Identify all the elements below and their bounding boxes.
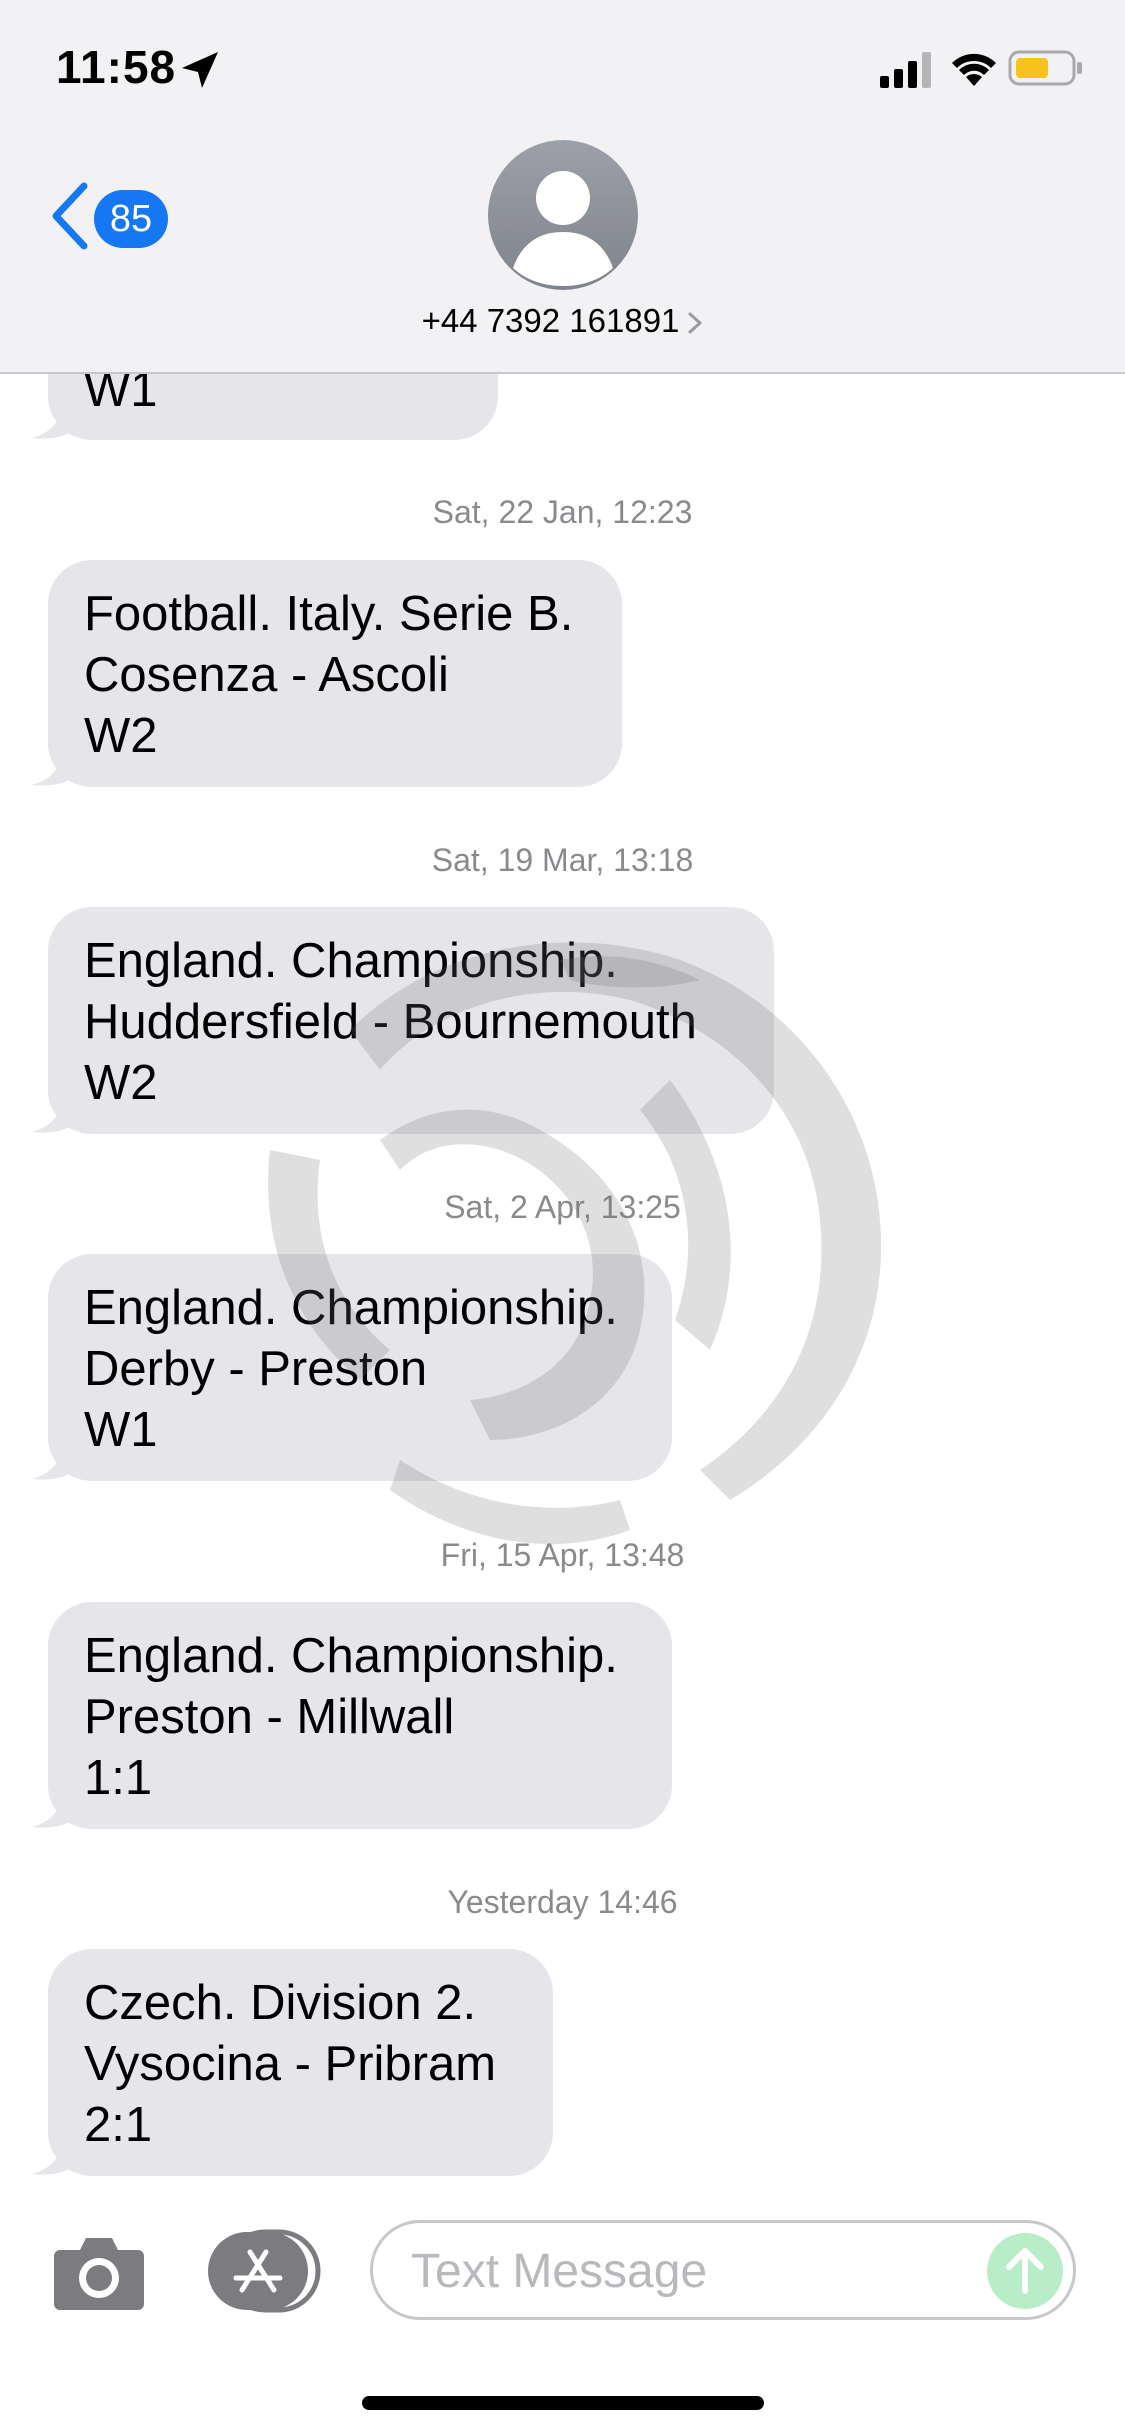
bubble-tail (32, 1094, 76, 1133)
message-line: Czech. Division 2. (84, 1976, 477, 2030)
message-line: W2 (84, 1056, 158, 1110)
message-line: W2 (84, 709, 158, 763)
message-line: Huddersfield - Bournemouth (84, 995, 697, 1049)
message-bubble[interactable]: Czech. Division 2. Vysocina - Pribram 2:… (32, 1949, 553, 2176)
bubble-tail (32, 400, 76, 439)
message-line: 1:1 (84, 1751, 153, 1805)
message-timestamp: Sat, 22 Jan, 12:23 (432, 494, 693, 530)
message-line: 2:1 (84, 2098, 153, 2152)
message-bubble[interactable]: Football. Italy. Serie B. Cosenza - Asco… (32, 560, 622, 787)
battery-icon (1008, 50, 1082, 86)
conversation-header: 11:58 85 +44 7392 161891 (0, 0, 1125, 374)
message-line: W1 (84, 1403, 158, 1457)
location-arrow-icon (182, 52, 218, 88)
wifi-icon (952, 53, 996, 86)
message-timestamp: Sat, 19 Mar, 13:18 (431, 842, 694, 878)
message-line: Vysocina - Pribram (84, 2037, 497, 2091)
message-timestamp: Fri, 15 Apr, 13:48 (440, 1537, 685, 1573)
message-bubble[interactable]: England. Championship. Huddersfield - Bo… (32, 907, 774, 1134)
chevron-left-icon (52, 182, 88, 250)
message-line: Cosenza - Ascoli (84, 648, 449, 702)
message-timestamp: Sat, 2 Apr, 13:25 (444, 1189, 681, 1225)
message-line: Football. Italy. Serie B. (84, 587, 574, 641)
contact-number: +44 7392 161891 (421, 302, 680, 339)
contact-details-button[interactable]: +44 7392 161891 (0, 302, 1125, 340)
chevron-right-icon (688, 312, 702, 334)
person-silhouette-icon (513, 171, 613, 286)
status-time: 11:58 (56, 41, 177, 93)
message-line: England. Championship. (84, 1629, 618, 1683)
message-line: England. Championship. (84, 934, 618, 988)
bubble-tail (32, 2136, 76, 2175)
message-bubble[interactable]: England. Championship. Derby - Preston W… (32, 1254, 672, 1481)
bubble-tail (32, 1441, 76, 1480)
message-line: Derby - Preston (84, 1342, 428, 1396)
cellular-signal-icon (880, 52, 931, 88)
message-line: Preston - Millwall (84, 1690, 455, 1744)
bubble-tail (32, 747, 76, 786)
message-timestamp: Yesterday 14:46 (447, 1884, 678, 1920)
unread-count-badge: 85 (94, 190, 168, 248)
contact-avatar[interactable] (488, 140, 638, 290)
bubble-tail (32, 1789, 76, 1828)
back-button[interactable]: 85 (44, 176, 184, 256)
message-line: England. Championship. (84, 1281, 618, 1335)
message-bubble[interactable]: England. Championship. Preston - Millwal… (32, 1602, 672, 1829)
